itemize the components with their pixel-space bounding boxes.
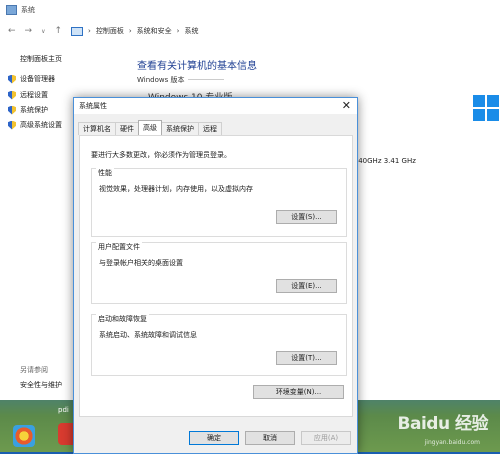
watermark-logo: Baidu 经验 — [397, 414, 489, 434]
shield-icon — [8, 90, 16, 100]
sidebar-item-label: 设备管理器 — [20, 75, 55, 83]
group-title: 用户配置文件 — [96, 242, 142, 252]
sidebar-item-label: 远程设置 — [20, 91, 48, 99]
control-panel-icon — [71, 26, 84, 36]
cancel-button[interactable]: 取消 — [245, 431, 295, 445]
tab-hardware[interactable]: 硬件 — [115, 122, 139, 135]
startup-settings-button[interactable]: 设置(T)... — [276, 351, 337, 365]
breadcrumb[interactable]: › 控制面板 › 系统和安全 › 系统 — [71, 26, 198, 36]
edition-section-label: Windows 版本 — [137, 76, 185, 84]
group-description: 视觉效果，处理器计划，内存使用，以及虚拟内存 — [99, 185, 253, 193]
close-icon[interactable]: ✕ — [342, 99, 351, 112]
environment-variables-button[interactable]: 环境变量(N)... — [253, 385, 344, 399]
shield-icon — [8, 120, 16, 130]
performance-settings-button[interactable]: 设置(S)... — [276, 210, 337, 224]
sidebar-item-system-protection[interactable]: 系统保护 — [8, 105, 48, 115]
group-description: 与登录帐户相关的桌面设置 — [99, 259, 183, 267]
breadcrumb-separator-icon: › — [88, 27, 91, 35]
window-titlebar: 系统 — [0, 0, 500, 20]
watermark-url: jingyan.baidu.com — [424, 439, 480, 446]
profiles-settings-button[interactable]: 设置(E)... — [276, 279, 337, 293]
tab-bar: 计算机名 硬件 高级 系统保护 远程 — [78, 120, 222, 135]
sidebar-home-link[interactable]: 控制面板主页 — [20, 54, 62, 64]
startup-recovery-group: 启动和故障恢复 系统启动、系统故障和调试信息 设置(T)... — [91, 314, 347, 376]
sidebar-item-remote-settings[interactable]: 远程设置 — [8, 90, 48, 100]
dialog-title: 系统属性 — [79, 102, 107, 110]
dropdown-chevron-icon[interactable]: ∨ — [41, 28, 45, 35]
user-profiles-group: 用户配置文件 与登录帐户相关的桌面设置 设置(E)... — [91, 242, 347, 304]
page-title: 查看有关计算机的基本信息 — [137, 61, 257, 72]
group-description: 系统启动、系统故障和调试信息 — [99, 331, 197, 339]
breadcrumb-separator-icon: › — [176, 27, 180, 35]
tab-system-protection[interactable]: 系统保护 — [161, 122, 199, 135]
advanced-tab-panel: 要进行大多数更改，你必须作为管理员登录。 性能 视觉效果，处理器计划，内存使用，… — [79, 135, 353, 417]
navigation-bar: ← → ∨ ↑ › 控制面板 › 系统和安全 › 系统 — [0, 20, 500, 42]
shield-icon — [8, 105, 16, 115]
up-arrow-icon[interactable]: ↑ — [55, 26, 63, 36]
apply-button[interactable]: 应用(A) — [301, 431, 351, 445]
window-title: 系统 — [21, 6, 35, 14]
desktop-app-icon[interactable] — [13, 425, 35, 447]
ok-button[interactable]: 确定 — [189, 431, 239, 445]
shield-icon — [8, 74, 16, 84]
system-window-icon — [6, 5, 17, 15]
group-title: 启动和故障恢复 — [96, 314, 149, 324]
section-divider — [188, 79, 224, 80]
breadcrumb-item[interactable]: 控制面板 — [96, 26, 124, 36]
dialog-titlebar: 系统属性 ✕ — [74, 98, 357, 114]
security-maintenance-link[interactable]: 安全性与维护 — [20, 380, 62, 390]
performance-group: 性能 视觉效果，处理器计划，内存使用，以及虚拟内存 设置(S)... — [91, 168, 347, 237]
sidebar-item-label: 系统保护 — [20, 106, 48, 114]
desktop-peek-text: pdi — [58, 406, 69, 414]
sidebar-item-device-manager[interactable]: 设备管理器 — [8, 74, 55, 84]
breadcrumb-separator-icon: › — [128, 27, 132, 35]
sidebar-item-label: 高级系统设置 — [20, 121, 62, 129]
tab-remote[interactable]: 远程 — [198, 122, 222, 135]
breadcrumb-item[interactable]: 系统和安全 — [137, 26, 172, 36]
sidebar-item-advanced-settings[interactable]: 高级系统设置 — [8, 120, 62, 130]
breadcrumb-item[interactable]: 系统 — [184, 26, 198, 36]
admin-notice: 要进行大多数更改，你必须作为管理员登录。 — [91, 151, 231, 159]
system-properties-dialog: 系统属性 ✕ 计算机名 硬件 高级 系统保护 远程 要进行大多数更改，你必须作为… — [73, 97, 358, 454]
group-title: 性能 — [96, 168, 114, 178]
see-also-label: 另请参阅 — [20, 366, 48, 374]
tab-computer-name[interactable]: 计算机名 — [78, 122, 116, 135]
windows-logo-icon — [473, 95, 500, 123]
forward-arrow-icon[interactable]: → — [25, 26, 33, 36]
back-arrow-icon[interactable]: ← — [8, 26, 16, 36]
tab-advanced[interactable]: 高级 — [138, 120, 162, 135]
processor-speed: .40GHz 3.41 GHz — [356, 157, 416, 165]
